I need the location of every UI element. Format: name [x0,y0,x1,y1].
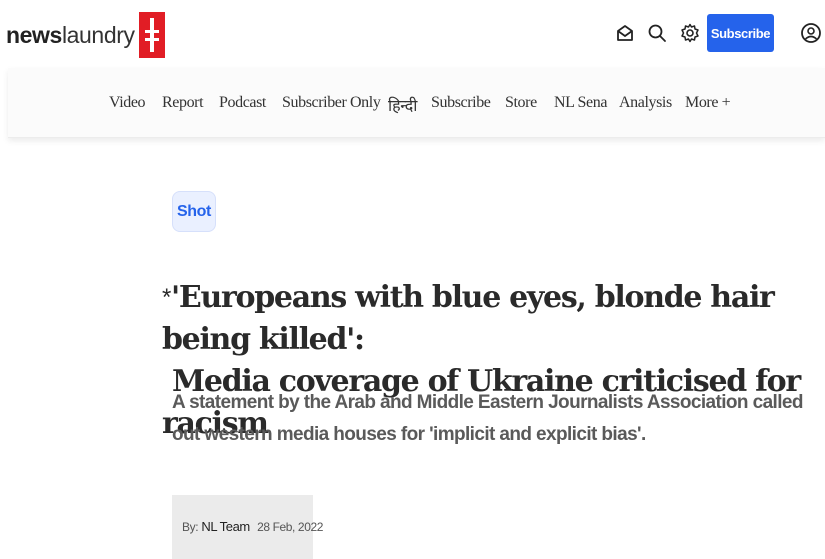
nav-item-video[interactable]: Video [109,94,146,112]
nav-item-analysis[interactable]: Analysis [619,94,672,112]
nav-item-report[interactable]: Report [162,94,204,112]
nav-item-nl-sena[interactable]: NL Sena [554,94,607,112]
profile-icon[interactable] [798,20,824,46]
search-icon[interactable] [644,20,670,46]
nav-item-hindi[interactable]: हिन्दी [388,94,417,116]
nav-item-store[interactable]: Store [505,94,537,112]
logo-mark-icon [138,12,165,58]
article-summary: A statement by the Arab and Middle Easte… [172,392,803,445]
headline-marker: * [162,284,171,311]
nav-item-subscribe[interactable]: Subscribe [431,94,491,112]
author-link[interactable]: NL Team [201,519,250,534]
newsletter-icon[interactable] [612,20,638,46]
publish-date: 28 Feb, 2022 [257,520,324,534]
site-header: newslaundry Subscribe [0,0,825,68]
nav-item-podcast[interactable]: Podcast [219,94,266,112]
nav-item-subscriber-only[interactable]: Subscriber Only [282,94,381,112]
newslaundry-logo[interactable]: newslaundry [6,12,165,58]
headline-line-1: 'Europeans with blue eyes, blonde hair b… [162,280,775,357]
settings-icon[interactable] [677,20,703,46]
logo-wordmark: newslaundry [6,21,135,48]
main-nav: Video Report Podcast Subscriber Only हिन… [8,68,825,138]
subscribe-button[interactable]: Subscribe [707,14,774,52]
story-tag[interactable]: Shot [172,191,216,232]
byline-prefix: By: [182,520,199,534]
byline: By: NL Team 28 Feb, 2022 [182,519,323,534]
nav-item-more[interactable]: More + [685,94,731,112]
byline-box: By: NL Team 28 Feb, 2022 [172,495,323,559]
